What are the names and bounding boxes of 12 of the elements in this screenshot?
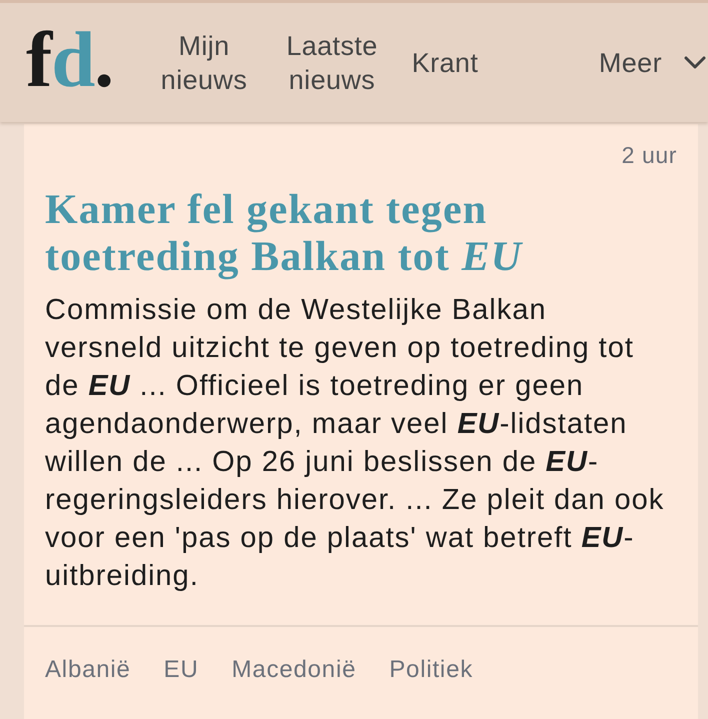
nav-link[interactable]: Krant <box>401 46 489 80</box>
nav-link[interactable]: Laatste nieuws <box>269 28 395 96</box>
tag-link[interactable]: Albanië <box>45 655 131 685</box>
chevron-down-icon <box>684 56 706 70</box>
article-snippet: Commissie om de Westelijke Balkan versneld uitzicht te geven op toetreding tot de EU ... Officieel is toetreding er geen agendaonderwerp, maar veel EU-lidstaten willen de ... Op 26 juni beslissen de EU-regeringsleiders hierover. ... Ze pleit dan ook voor een 'pas op de plaats' wat betreft EU-uitbreiding. <box>45 293 666 594</box>
site-logo[interactable]: fd. <box>26 21 113 100</box>
tag-link[interactable]: Politiek <box>389 655 474 685</box>
nav-link[interactable]: Mijn nieuws <box>145 28 263 96</box>
nav-menu-button[interactable]: Meer <box>598 46 708 80</box>
tag-link[interactable]: EU <box>164 655 199 685</box>
timestamp: 2 uur <box>622 141 677 170</box>
tag-link[interactable]: Macedonië <box>232 655 356 685</box>
